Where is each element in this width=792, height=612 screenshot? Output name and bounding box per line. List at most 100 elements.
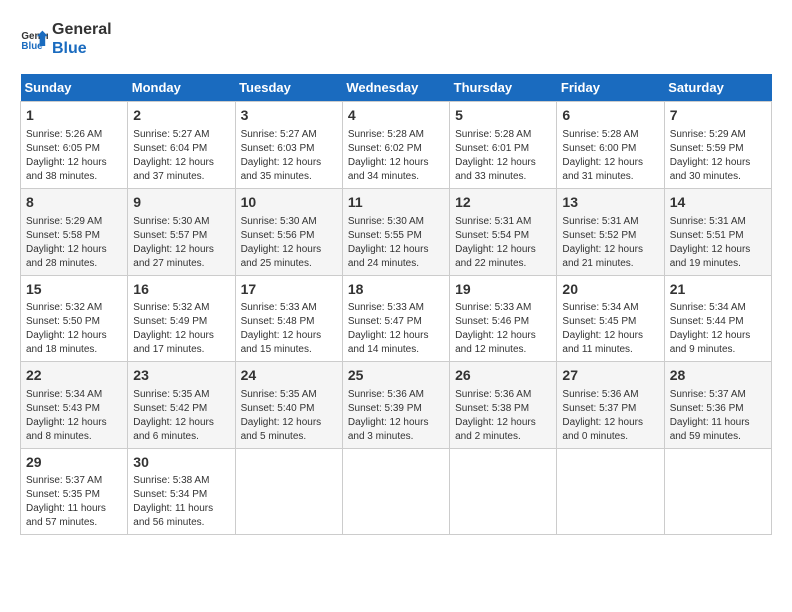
day-number: 12	[455, 193, 551, 213]
weekday-header-sunday: Sunday	[21, 74, 128, 102]
day-info: Sunrise: 5:38 AM Sunset: 5:34 PM Dayligh…	[133, 474, 229, 530]
weekday-header-wednesday: Wednesday	[342, 74, 449, 102]
day-number: 19	[455, 280, 551, 300]
page-header: General Blue General Blue	[20, 20, 772, 58]
day-number: 9	[133, 193, 229, 213]
day-info: Sunrise: 5:36 AM Sunset: 5:37 PM Dayligh…	[562, 388, 658, 444]
day-number: 22	[26, 366, 122, 386]
calendar-cell: 2Sunrise: 5:27 AM Sunset: 6:04 PM Daylig…	[128, 102, 235, 189]
calendar-cell: 8Sunrise: 5:29 AM Sunset: 5:58 PM Daylig…	[21, 188, 128, 275]
calendar-cell	[235, 448, 342, 535]
day-info: Sunrise: 5:26 AM Sunset: 6:05 PM Dayligh…	[26, 128, 122, 184]
calendar-cell	[664, 448, 771, 535]
day-info: Sunrise: 5:31 AM Sunset: 5:52 PM Dayligh…	[562, 215, 658, 271]
day-number: 15	[26, 280, 122, 300]
day-number: 8	[26, 193, 122, 213]
calendar-cell: 3Sunrise: 5:27 AM Sunset: 6:03 PM Daylig…	[235, 102, 342, 189]
day-info: Sunrise: 5:34 AM Sunset: 5:45 PM Dayligh…	[562, 301, 658, 357]
calendar-cell: 21Sunrise: 5:34 AM Sunset: 5:44 PM Dayli…	[664, 275, 771, 362]
calendar-table: SundayMondayTuesdayWednesdayThursdayFrid…	[20, 74, 772, 535]
day-number: 23	[133, 366, 229, 386]
day-number: 3	[241, 106, 337, 126]
day-info: Sunrise: 5:29 AM Sunset: 5:59 PM Dayligh…	[670, 128, 766, 184]
day-info: Sunrise: 5:35 AM Sunset: 5:40 PM Dayligh…	[241, 388, 337, 444]
calendar-cell: 14Sunrise: 5:31 AM Sunset: 5:51 PM Dayli…	[664, 188, 771, 275]
day-number: 6	[562, 106, 658, 126]
day-number: 24	[241, 366, 337, 386]
calendar-week-1: 1Sunrise: 5:26 AM Sunset: 6:05 PM Daylig…	[21, 102, 772, 189]
logo-icon: General Blue	[20, 25, 48, 53]
day-info: Sunrise: 5:37 AM Sunset: 5:36 PM Dayligh…	[670, 388, 766, 444]
day-number: 27	[562, 366, 658, 386]
calendar-cell: 13Sunrise: 5:31 AM Sunset: 5:52 PM Dayli…	[557, 188, 664, 275]
calendar-cell: 15Sunrise: 5:32 AM Sunset: 5:50 PM Dayli…	[21, 275, 128, 362]
day-info: Sunrise: 5:33 AM Sunset: 5:48 PM Dayligh…	[241, 301, 337, 357]
day-number: 25	[348, 366, 444, 386]
day-number: 30	[133, 453, 229, 473]
calendar-cell: 18Sunrise: 5:33 AM Sunset: 5:47 PM Dayli…	[342, 275, 449, 362]
calendar-week-5: 29Sunrise: 5:37 AM Sunset: 5:35 PM Dayli…	[21, 448, 772, 535]
calendar-cell: 9Sunrise: 5:30 AM Sunset: 5:57 PM Daylig…	[128, 188, 235, 275]
calendar-cell: 22Sunrise: 5:34 AM Sunset: 5:43 PM Dayli…	[21, 362, 128, 449]
weekday-header-monday: Monday	[128, 74, 235, 102]
calendar-week-4: 22Sunrise: 5:34 AM Sunset: 5:43 PM Dayli…	[21, 362, 772, 449]
day-info: Sunrise: 5:30 AM Sunset: 5:55 PM Dayligh…	[348, 215, 444, 271]
calendar-cell: 5Sunrise: 5:28 AM Sunset: 6:01 PM Daylig…	[450, 102, 557, 189]
calendar-cell: 4Sunrise: 5:28 AM Sunset: 6:02 PM Daylig…	[342, 102, 449, 189]
calendar-cell: 24Sunrise: 5:35 AM Sunset: 5:40 PM Dayli…	[235, 362, 342, 449]
calendar-cell: 17Sunrise: 5:33 AM Sunset: 5:48 PM Dayli…	[235, 275, 342, 362]
day-number: 26	[455, 366, 551, 386]
calendar-cell: 20Sunrise: 5:34 AM Sunset: 5:45 PM Dayli…	[557, 275, 664, 362]
calendar-cell: 30Sunrise: 5:38 AM Sunset: 5:34 PM Dayli…	[128, 448, 235, 535]
calendar-cell: 28Sunrise: 5:37 AM Sunset: 5:36 PM Dayli…	[664, 362, 771, 449]
day-info: Sunrise: 5:29 AM Sunset: 5:58 PM Dayligh…	[26, 215, 122, 271]
day-info: Sunrise: 5:33 AM Sunset: 5:47 PM Dayligh…	[348, 301, 444, 357]
weekday-header-friday: Friday	[557, 74, 664, 102]
calendar-cell: 10Sunrise: 5:30 AM Sunset: 5:56 PM Dayli…	[235, 188, 342, 275]
day-number: 7	[670, 106, 766, 126]
calendar-cell: 19Sunrise: 5:33 AM Sunset: 5:46 PM Dayli…	[450, 275, 557, 362]
day-info: Sunrise: 5:32 AM Sunset: 5:50 PM Dayligh…	[26, 301, 122, 357]
calendar-cell: 11Sunrise: 5:30 AM Sunset: 5:55 PM Dayli…	[342, 188, 449, 275]
day-info: Sunrise: 5:34 AM Sunset: 5:44 PM Dayligh…	[670, 301, 766, 357]
logo-general: General	[52, 20, 112, 39]
calendar-cell: 1Sunrise: 5:26 AM Sunset: 6:05 PM Daylig…	[21, 102, 128, 189]
day-number: 16	[133, 280, 229, 300]
day-info: Sunrise: 5:28 AM Sunset: 6:00 PM Dayligh…	[562, 128, 658, 184]
day-number: 1	[26, 106, 122, 126]
calendar-cell	[342, 448, 449, 535]
day-number: 2	[133, 106, 229, 126]
logo: General Blue General Blue	[20, 20, 112, 58]
day-info: Sunrise: 5:33 AM Sunset: 5:46 PM Dayligh…	[455, 301, 551, 357]
day-info: Sunrise: 5:27 AM Sunset: 6:03 PM Dayligh…	[241, 128, 337, 184]
weekday-header-saturday: Saturday	[664, 74, 771, 102]
day-number: 28	[670, 366, 766, 386]
day-info: Sunrise: 5:30 AM Sunset: 5:57 PM Dayligh…	[133, 215, 229, 271]
calendar-cell: 23Sunrise: 5:35 AM Sunset: 5:42 PM Dayli…	[128, 362, 235, 449]
day-number: 21	[670, 280, 766, 300]
day-info: Sunrise: 5:34 AM Sunset: 5:43 PM Dayligh…	[26, 388, 122, 444]
day-number: 5	[455, 106, 551, 126]
day-info: Sunrise: 5:30 AM Sunset: 5:56 PM Dayligh…	[241, 215, 337, 271]
weekday-header-thursday: Thursday	[450, 74, 557, 102]
calendar-cell: 27Sunrise: 5:36 AM Sunset: 5:37 PM Dayli…	[557, 362, 664, 449]
day-info: Sunrise: 5:36 AM Sunset: 5:39 PM Dayligh…	[348, 388, 444, 444]
calendar-week-3: 15Sunrise: 5:32 AM Sunset: 5:50 PM Dayli…	[21, 275, 772, 362]
day-info: Sunrise: 5:28 AM Sunset: 6:01 PM Dayligh…	[455, 128, 551, 184]
calendar-cell: 12Sunrise: 5:31 AM Sunset: 5:54 PM Dayli…	[450, 188, 557, 275]
calendar-cell: 26Sunrise: 5:36 AM Sunset: 5:38 PM Dayli…	[450, 362, 557, 449]
calendar-week-2: 8Sunrise: 5:29 AM Sunset: 5:58 PM Daylig…	[21, 188, 772, 275]
calendar-cell: 6Sunrise: 5:28 AM Sunset: 6:00 PM Daylig…	[557, 102, 664, 189]
day-number: 20	[562, 280, 658, 300]
day-info: Sunrise: 5:28 AM Sunset: 6:02 PM Dayligh…	[348, 128, 444, 184]
day-number: 11	[348, 193, 444, 213]
calendar-cell: 7Sunrise: 5:29 AM Sunset: 5:59 PM Daylig…	[664, 102, 771, 189]
day-info: Sunrise: 5:31 AM Sunset: 5:51 PM Dayligh…	[670, 215, 766, 271]
day-info: Sunrise: 5:31 AM Sunset: 5:54 PM Dayligh…	[455, 215, 551, 271]
calendar-cell	[450, 448, 557, 535]
day-number: 10	[241, 193, 337, 213]
day-info: Sunrise: 5:35 AM Sunset: 5:42 PM Dayligh…	[133, 388, 229, 444]
day-number: 29	[26, 453, 122, 473]
day-info: Sunrise: 5:36 AM Sunset: 5:38 PM Dayligh…	[455, 388, 551, 444]
day-number: 18	[348, 280, 444, 300]
